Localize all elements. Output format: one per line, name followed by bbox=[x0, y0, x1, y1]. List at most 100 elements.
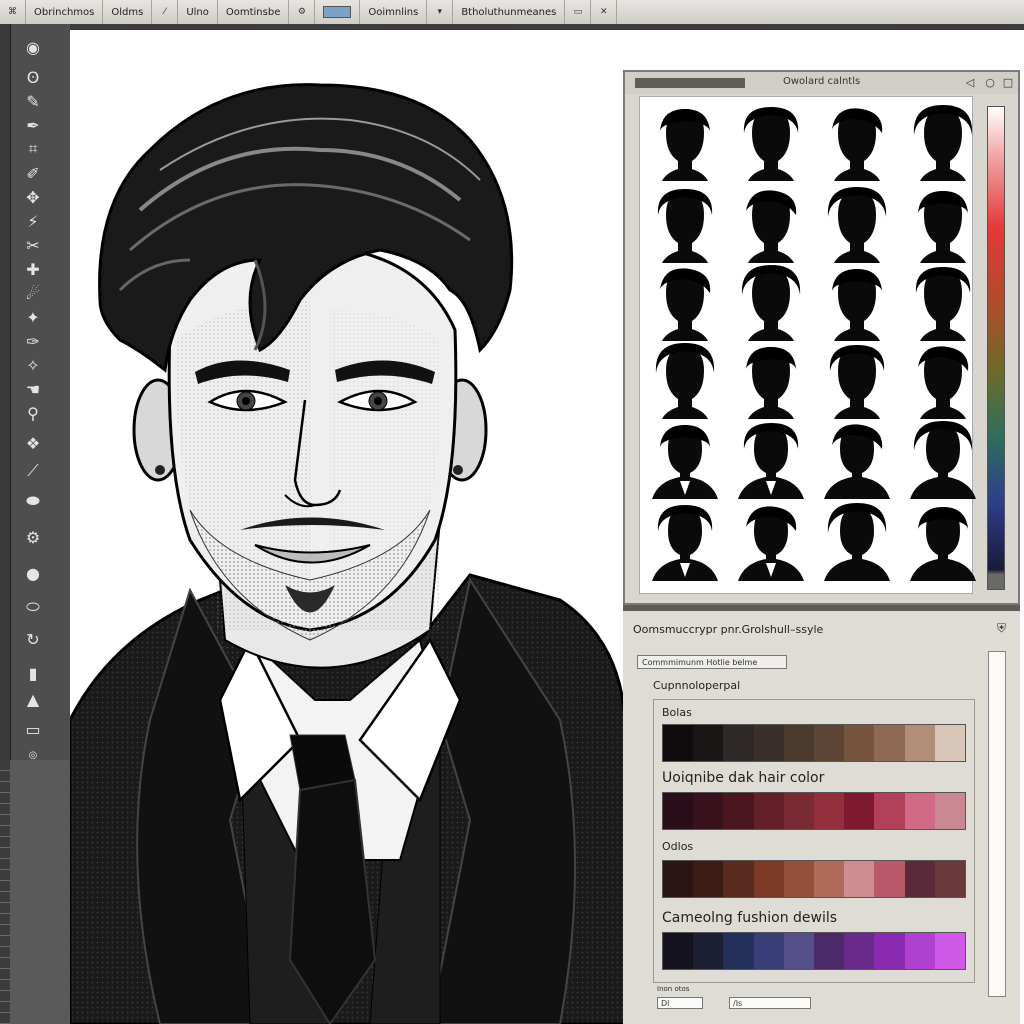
color-swatch[interactable] bbox=[753, 793, 784, 829]
color-swatch[interactable] bbox=[874, 725, 905, 761]
color-swatch[interactable] bbox=[844, 793, 875, 829]
hairstyle-silhouette[interactable] bbox=[736, 341, 806, 421]
hairstyle-silhouette[interactable] bbox=[650, 341, 720, 421]
gradient-icon[interactable]: ⚙ bbox=[16, 524, 50, 550]
burn-icon[interactable]: ⬭ bbox=[16, 594, 50, 620]
hairstyle-silhouette[interactable] bbox=[650, 185, 720, 265]
swatch-preview[interactable] bbox=[315, 0, 361, 24]
color-swatch[interactable] bbox=[663, 861, 694, 897]
color-swatch[interactable] bbox=[783, 793, 815, 829]
color-swatch[interactable] bbox=[934, 793, 966, 829]
hairstyle-silhouette[interactable] bbox=[908, 103, 978, 183]
color-swatch[interactable] bbox=[783, 861, 815, 897]
triangle-icon[interactable]: ▲ bbox=[16, 686, 50, 712]
color-swatch[interactable] bbox=[723, 933, 754, 969]
color-swatch[interactable] bbox=[904, 725, 935, 761]
menu-item-right[interactable]: Btholuthunmeanes bbox=[453, 0, 566, 24]
menu-item-4[interactable]: Oomtinsbe bbox=[218, 0, 290, 24]
preset-field[interactable]: Commmimunm Hotlie belme bbox=[637, 655, 787, 669]
bucket-icon[interactable]: ⬬ bbox=[16, 488, 50, 514]
pen-icon[interactable]: ✒ bbox=[16, 112, 50, 138]
color-swatch[interactable] bbox=[904, 793, 935, 829]
text-icon[interactable]: ✑ bbox=[16, 328, 50, 354]
hairstyle-panel-titlebar[interactable]: Owolard calntls ◁ ○ □ bbox=[625, 72, 1018, 94]
color-swatch[interactable] bbox=[874, 793, 905, 829]
crop-icon[interactable]: ⌗ bbox=[16, 136, 50, 162]
color-swatch[interactable] bbox=[693, 933, 724, 969]
hairstyle-silhouette[interactable] bbox=[908, 185, 978, 265]
brush-icon[interactable]: ⁄ bbox=[152, 0, 179, 24]
color-swatch[interactable] bbox=[663, 725, 694, 761]
sound-icon[interactable]: ◁ bbox=[963, 75, 977, 89]
footer-input-2[interactable]: /Is bbox=[729, 997, 811, 1009]
window-icon[interactable]: ▭ bbox=[565, 0, 592, 24]
path-icon[interactable]: ↻ bbox=[16, 626, 50, 652]
hairstyle-silhouette[interactable] bbox=[908, 419, 978, 499]
hairstyle-silhouette[interactable] bbox=[908, 263, 978, 343]
color-swatch[interactable] bbox=[814, 793, 845, 829]
hand-icon[interactable]: ☚ bbox=[16, 376, 50, 402]
hairstyle-silhouette[interactable] bbox=[908, 341, 978, 421]
color-swatch[interactable] bbox=[753, 861, 784, 897]
color-swatch[interactable] bbox=[814, 861, 845, 897]
color-swatch[interactable] bbox=[814, 725, 845, 761]
color-swatch[interactable] bbox=[934, 725, 966, 761]
hairstyle-silhouette[interactable] bbox=[822, 419, 892, 499]
search-menu[interactable]: Ooimnlins bbox=[360, 0, 428, 24]
sponge-icon[interactable]: ● bbox=[16, 560, 50, 586]
color-swatch[interactable] bbox=[783, 933, 815, 969]
hairstyle-silhouette[interactable] bbox=[650, 263, 720, 343]
app-icon[interactable]: ⌘ bbox=[0, 0, 26, 24]
eraser-icon[interactable]: ✐ bbox=[16, 160, 50, 186]
color-swatch[interactable] bbox=[904, 861, 935, 897]
color-swatch[interactable] bbox=[753, 725, 784, 761]
hairstyle-silhouette[interactable] bbox=[822, 185, 892, 265]
color-swatch[interactable] bbox=[874, 933, 905, 969]
clone-icon[interactable]: ✂ bbox=[16, 232, 50, 258]
color-swatch[interactable] bbox=[693, 861, 724, 897]
hairstyle-silhouette[interactable] bbox=[908, 501, 978, 581]
color-swatch[interactable] bbox=[723, 793, 754, 829]
color-swatch[interactable] bbox=[723, 725, 754, 761]
hairstyle-silhouette[interactable] bbox=[650, 103, 720, 183]
hairstyle-silhouette[interactable] bbox=[736, 263, 806, 343]
heal-icon[interactable]: ✚ bbox=[16, 256, 50, 282]
color-swatch[interactable] bbox=[723, 861, 754, 897]
color-swatch[interactable] bbox=[844, 725, 875, 761]
color-swatch[interactable] bbox=[783, 725, 815, 761]
color-swatch[interactable] bbox=[663, 933, 694, 969]
hairstyle-silhouette[interactable] bbox=[736, 501, 806, 581]
info-icon[interactable]: ◎ bbox=[16, 742, 50, 768]
zoom-icon[interactable]: ⚲ bbox=[16, 400, 50, 426]
hairstyle-silhouette[interactable] bbox=[736, 103, 806, 183]
dodge-icon[interactable]: ✦ bbox=[16, 304, 50, 330]
screen-mode-icon[interactable]: ▭ bbox=[16, 716, 50, 742]
eye-icon[interactable]: ◉ bbox=[16, 34, 50, 60]
blur-icon[interactable]: ☄ bbox=[16, 280, 50, 306]
close-panel-icon[interactable]: □ bbox=[1001, 75, 1015, 89]
settings-icon[interactable]: ⚙ bbox=[289, 0, 316, 24]
color-swatch[interactable] bbox=[844, 861, 875, 897]
brush-tool-icon[interactable]: ✎ bbox=[16, 88, 50, 114]
chevron-down-icon[interactable]: ▾ bbox=[427, 0, 454, 24]
color-swatch[interactable] bbox=[693, 793, 724, 829]
color-swatch[interactable] bbox=[844, 933, 875, 969]
color-swatch[interactable] bbox=[814, 933, 845, 969]
color-spectrum-bar[interactable] bbox=[987, 106, 1005, 590]
pin-icon[interactable]: ⛨ bbox=[997, 621, 1006, 636]
color-swatch[interactable] bbox=[663, 793, 694, 829]
hairstyle-silhouette[interactable] bbox=[822, 263, 892, 343]
shape-icon[interactable]: ✧ bbox=[16, 352, 50, 378]
panel-grip[interactable] bbox=[635, 78, 745, 88]
bottle-icon[interactable]: ▮ bbox=[16, 660, 50, 686]
color-panel-scrollbar[interactable] bbox=[988, 651, 1006, 997]
lasso-icon[interactable]: ʘ bbox=[16, 64, 50, 90]
hairstyle-silhouette[interactable] bbox=[736, 185, 806, 265]
color-swatch[interactable] bbox=[874, 861, 905, 897]
menu-item-2[interactable]: Oldms bbox=[103, 0, 153, 24]
hairstyle-silhouette[interactable] bbox=[650, 501, 720, 581]
color-swatch[interactable] bbox=[904, 933, 935, 969]
circle-icon[interactable]: ○ bbox=[983, 75, 997, 89]
smudge-icon[interactable]: ⟋ bbox=[16, 458, 50, 484]
footer-input-1[interactable]: Dl bbox=[657, 997, 703, 1009]
